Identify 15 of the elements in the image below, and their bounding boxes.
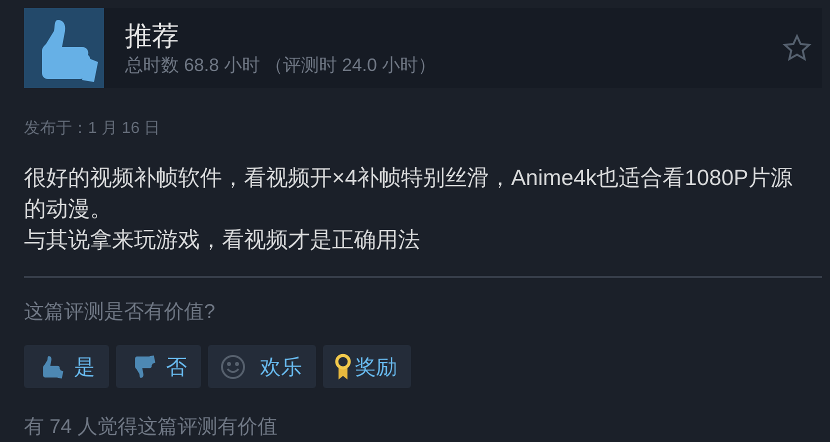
verdict-title: 推荐 (125, 20, 180, 53)
review-text: 很好的视频补帧软件，看视频开×4补帧特别丝滑，Anime4k也适合看1080P片源的动漫。 (24, 164, 794, 223)
review-text: 与其说拿来玩游戏，看视频才是正确用法 (24, 226, 421, 254)
helpful-question: 这篇评测是否有价值? (24, 300, 216, 325)
vote-button[interactable]: 是 (24, 345, 109, 388)
star-icon[interactable] (782, 33, 812, 63)
smiley-icon (220, 354, 246, 380)
posted-date: 发布于：1 月 16 日 (24, 119, 162, 139)
vote-button[interactable]: 欢乐 (208, 345, 316, 388)
ribbon-icon (335, 352, 351, 380)
thumbs-up-icon (24, 8, 104, 88)
vote-button[interactable]: 否 (116, 345, 201, 388)
helpful-count: 有 74 人觉得这篇评测有价值 (24, 415, 278, 440)
vote-button[interactable]: 奖励 (323, 345, 411, 388)
playtime-text: 总时数 68.8 小时 （评测时 24.0 小时） (125, 54, 438, 77)
